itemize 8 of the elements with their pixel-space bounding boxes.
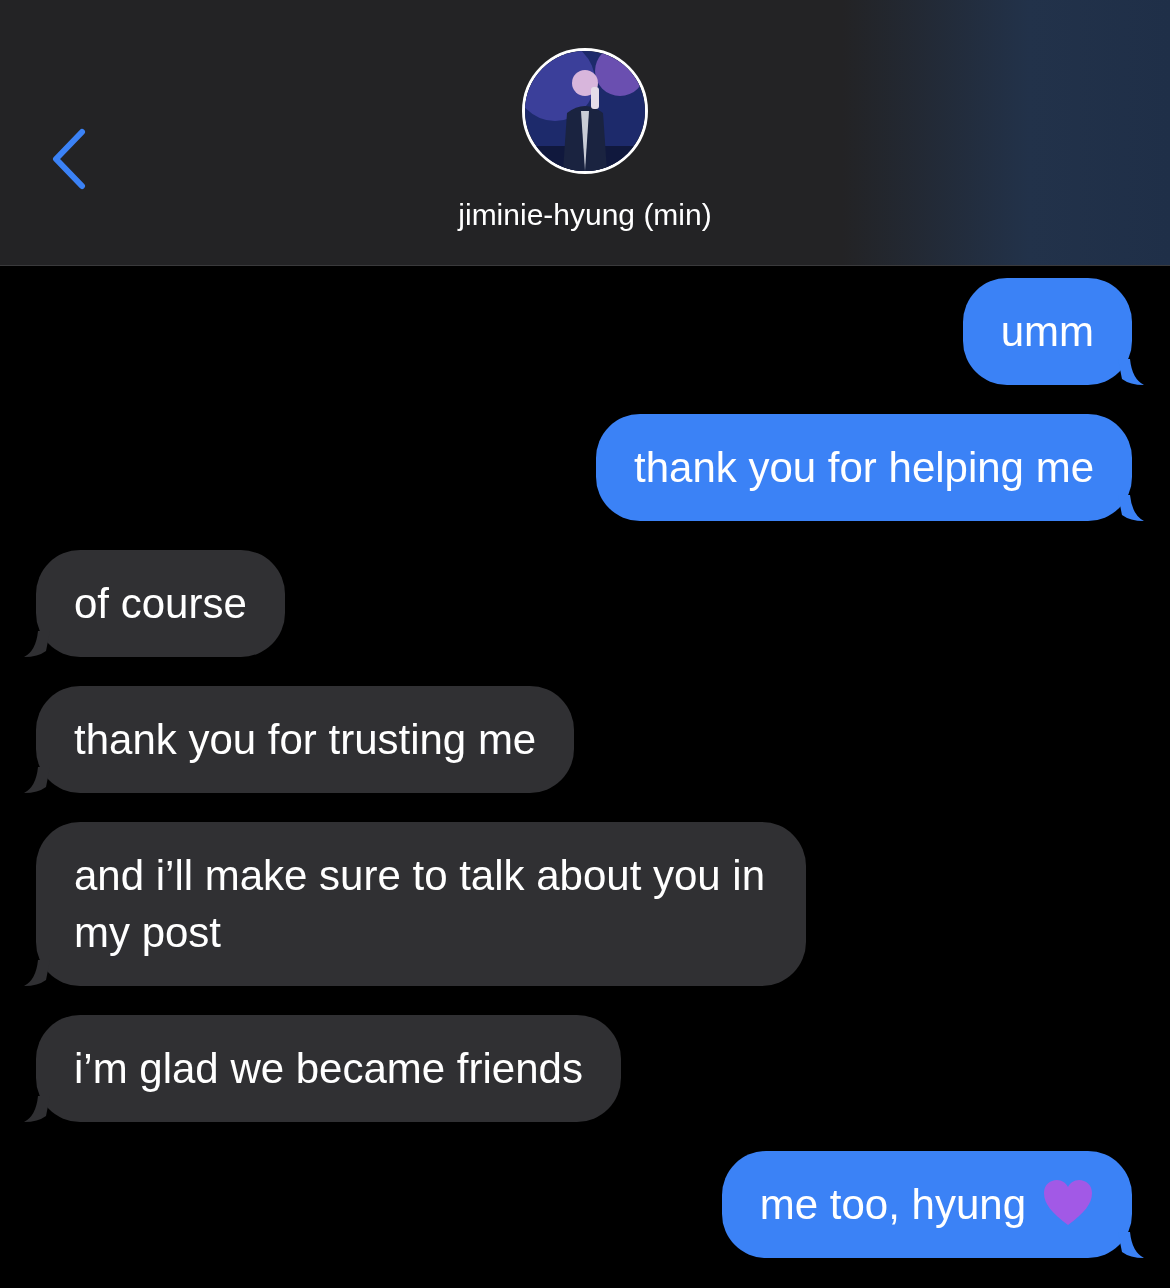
bubble-tail [24,767,50,793]
bubble-tail [1118,1232,1144,1258]
bubble-tail [24,1096,50,1122]
bubble-tail [1118,359,1144,385]
bubble-tail [1118,495,1144,521]
bubble-tail [24,631,50,657]
contact-name: jiminie-hyung (min) [458,197,712,233]
bubble-tail [24,960,50,986]
